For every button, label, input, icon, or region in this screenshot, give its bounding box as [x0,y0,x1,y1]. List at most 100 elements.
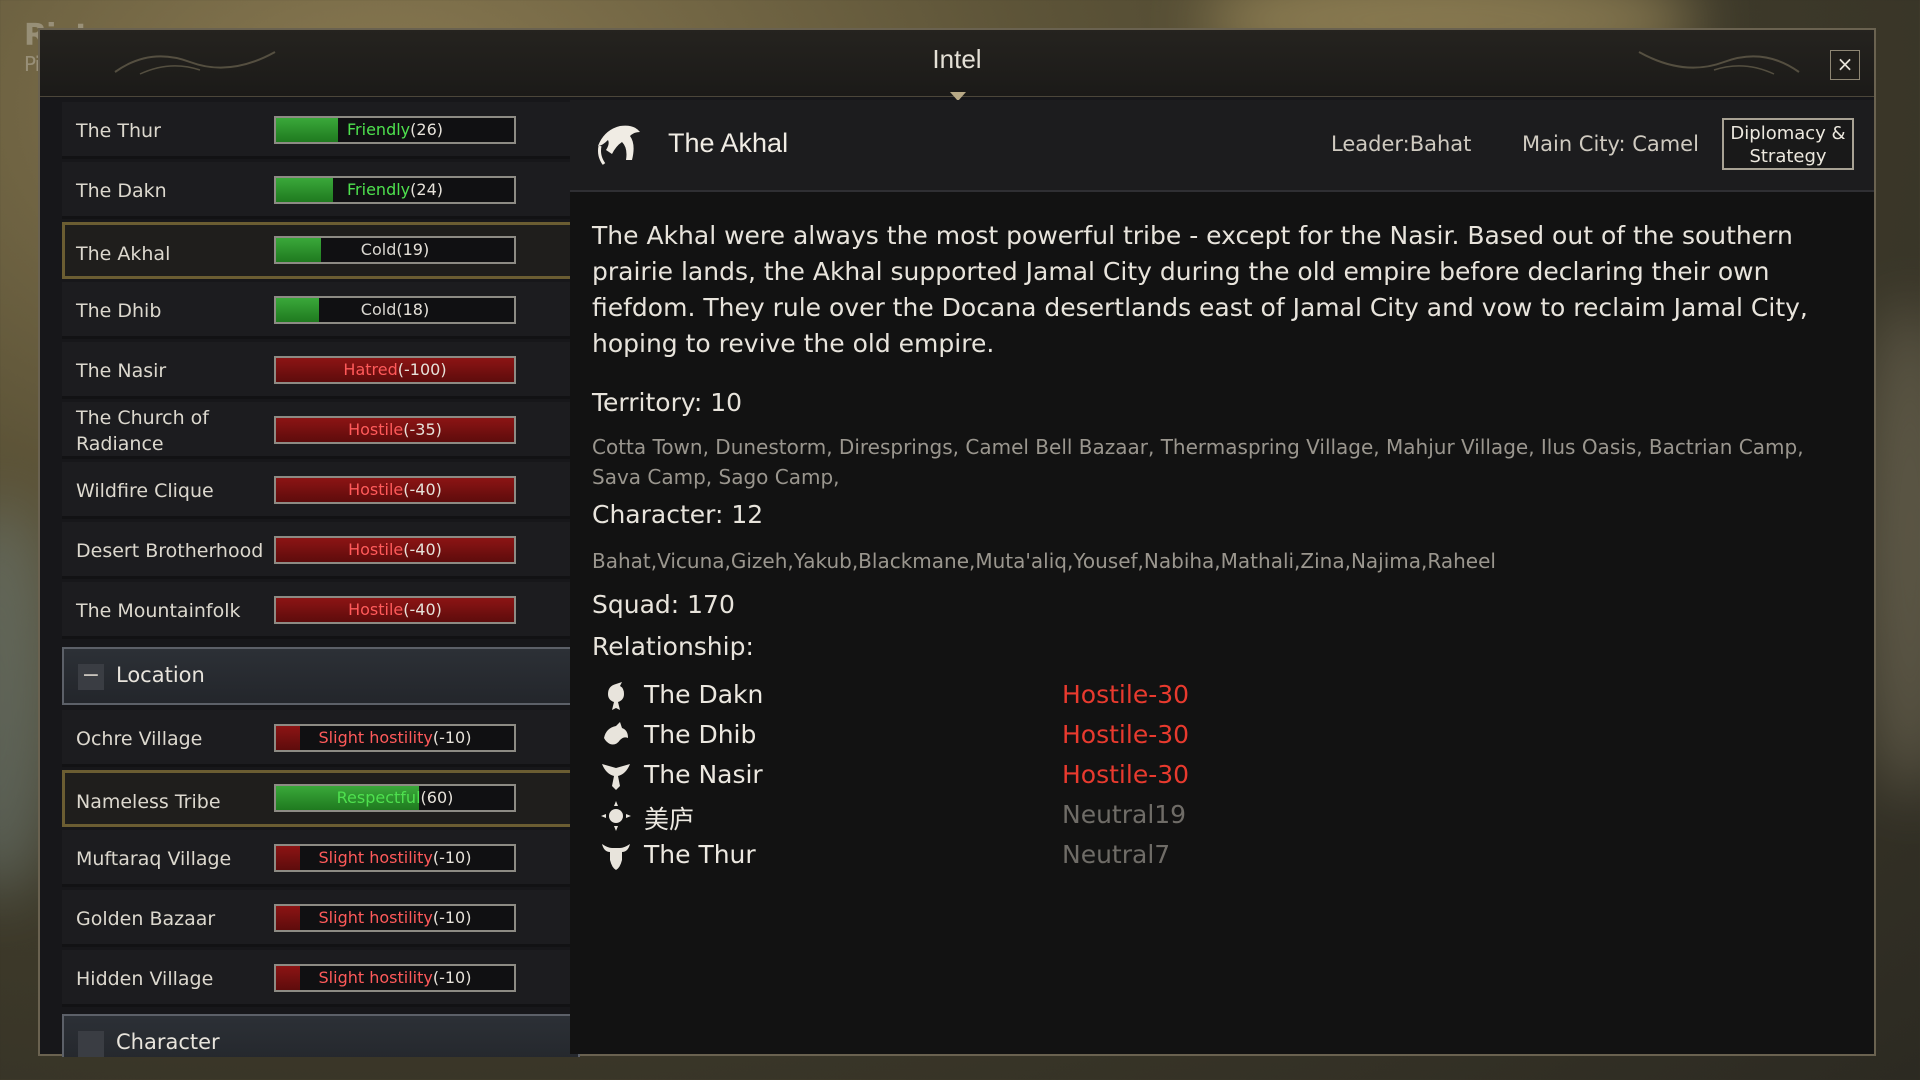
horse-emblem-icon [598,125,640,165]
row-name: Muftaraq Village [76,847,232,870]
relation-level: Slight hostility [318,848,433,867]
relationship-name: The Dakn [644,680,764,709]
relation-value: (-40) [403,600,442,619]
relation-value: (-40) [403,540,442,559]
relation-value: (18) [396,300,430,319]
relation-bar-text: Hostile(-40) [276,538,514,562]
row-name: The Nasir [76,359,167,382]
main-city-label: Main City: Camel [1522,132,1699,156]
list-row[interactable]: Golden Bazaar Slight hostility(-10) [62,890,580,947]
row-name: The Church of Radiance [76,406,209,455]
relationship-status: Hostile-30 [1062,680,1190,709]
relation-bar: Friendly(24) [274,176,516,204]
territory-label: Territory: 10 [592,388,742,417]
row-name: The Dakn [76,179,167,202]
relation-level: Hostile [348,600,404,619]
relation-value: (-40) [403,480,442,499]
relationship-status: Hostile-30 [1062,720,1190,749]
relationship-row: The Dakn Hostile-30 [592,678,1492,714]
character-label: Character: 12 [592,500,764,529]
relation-level: Hostile [348,480,404,499]
squad-label: Squad: 170 [592,590,735,619]
relationship-name: The Thur [644,840,756,869]
list-row[interactable]: Desert Brotherhood Hostile(-40) [62,522,580,579]
list-row[interactable]: Muftaraq Village Slight hostility(-10) [62,830,580,887]
relation-bar-text: Hostile(-40) [276,598,514,622]
relation-value: (-100) [397,360,447,379]
sun-emblem-icon [601,801,631,831]
relation-bar: Slight hostility(-10) [274,724,516,752]
row-name: The Thur [76,119,161,142]
relation-bar: Hostile(-40) [274,536,516,564]
section-title: Character [116,1030,220,1054]
list-row[interactable]: Hidden Village Slight hostility(-10) [62,950,580,1007]
relation-value: (-10) [432,968,472,987]
collapse-icon[interactable] [78,1031,104,1057]
relation-bar-text: Hatred(-100) [276,358,514,382]
detail-content: The Akhal were always the most powerful … [592,218,1842,870]
relationship-status: Neutral19 [1062,800,1187,829]
relation-bar-text: Cold(18) [276,298,514,322]
relation-level: Slight hostility [318,968,433,987]
relation-bar: Hostile(-40) [274,596,516,624]
relationship-name: 美庐 [644,805,695,834]
relation-bar: Slight hostility(-10) [274,844,516,872]
list-row[interactable]: The Akhal Cold(19) [62,222,580,279]
row-name: The Mountainfolk [76,599,241,622]
list-row[interactable]: The Nasir Hatred(-100) [62,342,580,399]
relation-value: (26) [410,120,443,139]
faction-description: The Akhal were always the most powerful … [592,221,1808,358]
list-row[interactable]: The Thur Friendly(26) [62,102,580,159]
faction-name: The Akhal [668,128,789,158]
collapse-icon[interactable]: − [78,664,104,690]
character-list: Bahat,Vicuna,Gizeh,Yakub,Blackmane,Muta'… [592,549,1496,573]
relation-level: Friendly [347,180,411,199]
close-button[interactable]: × [1830,50,1860,80]
relation-bar-text: Hostile(-40) [276,478,514,502]
relation-bar-text: Slight hostility(-10) [276,906,514,930]
list-row[interactable]: The Church of Radiance Hostile(-35) [62,402,580,459]
relation-bar-text: Slight hostility(-10) [276,966,514,990]
relation-level: Hostile [348,540,404,559]
list-row[interactable]: Wildfire Clique Hostile(-40) [62,462,580,519]
list-row[interactable]: The Dhib Cold(18) [62,282,580,339]
list-row[interactable]: The Dakn Friendly(24) [62,162,580,219]
scorpion-emblem-icon [608,682,624,710]
title-bar: Intel × [40,30,1874,97]
relationship-name: The Nasir [644,760,763,789]
relation-value: (19) [396,240,430,259]
window-title: Intel [932,44,982,74]
row-name: Hidden Village [76,967,214,990]
relation-bar: Hostile(-40) [274,476,516,504]
location-section-header[interactable]: − Location [62,647,580,705]
relation-value: (-10) [432,728,472,747]
list-row[interactable]: Ochre Village Slight hostility(-10) [62,710,580,767]
diplomacy-strategy-button[interactable]: Diplomacy & Strategy [1722,118,1854,170]
relation-level: Respectful [336,788,421,807]
intel-window: Intel × The Thur Friendly(26) The Dakn Frie… [38,28,1876,1057]
relation-level: Friendly [347,120,411,139]
faction-detail-panel: The Akhal Leader:Bahat Main City: Camel … [570,100,1874,1054]
relation-value: (60) [420,788,454,807]
list-row[interactable]: Nameless Tribe Respectful(60) [62,770,580,827]
relation-level: Slight hostility [318,728,433,747]
relationship-status: Hostile-30 [1062,760,1190,789]
row-name: The Akhal [76,242,171,265]
relation-bar: Cold(19) [274,236,516,264]
relation-value: (-10) [432,908,472,927]
relation-bar-text: Cold(19) [276,238,514,262]
character-section-header[interactable]: Character [62,1014,580,1057]
relation-bar-text: Slight hostility(-10) [276,846,514,870]
relation-bar-text: Hostile(-35) [276,418,514,442]
list-row[interactable]: The Mountainfolk Hostile(-40) [62,582,580,639]
relation-level: Slight hostility [318,908,433,927]
relation-value: (-10) [432,848,472,867]
relationship-row: 美庐 Neutral19 [592,798,1492,834]
eagle-emblem-icon [602,764,630,790]
relation-level: Cold [360,300,397,319]
relation-bar: Slight hostility(-10) [274,904,516,932]
relation-bar: Slight hostility(-10) [274,964,516,992]
relation-bar-text: Friendly(26) [276,118,514,142]
relation-level: Hostile [348,420,404,439]
row-name: The Dhib [76,299,162,322]
